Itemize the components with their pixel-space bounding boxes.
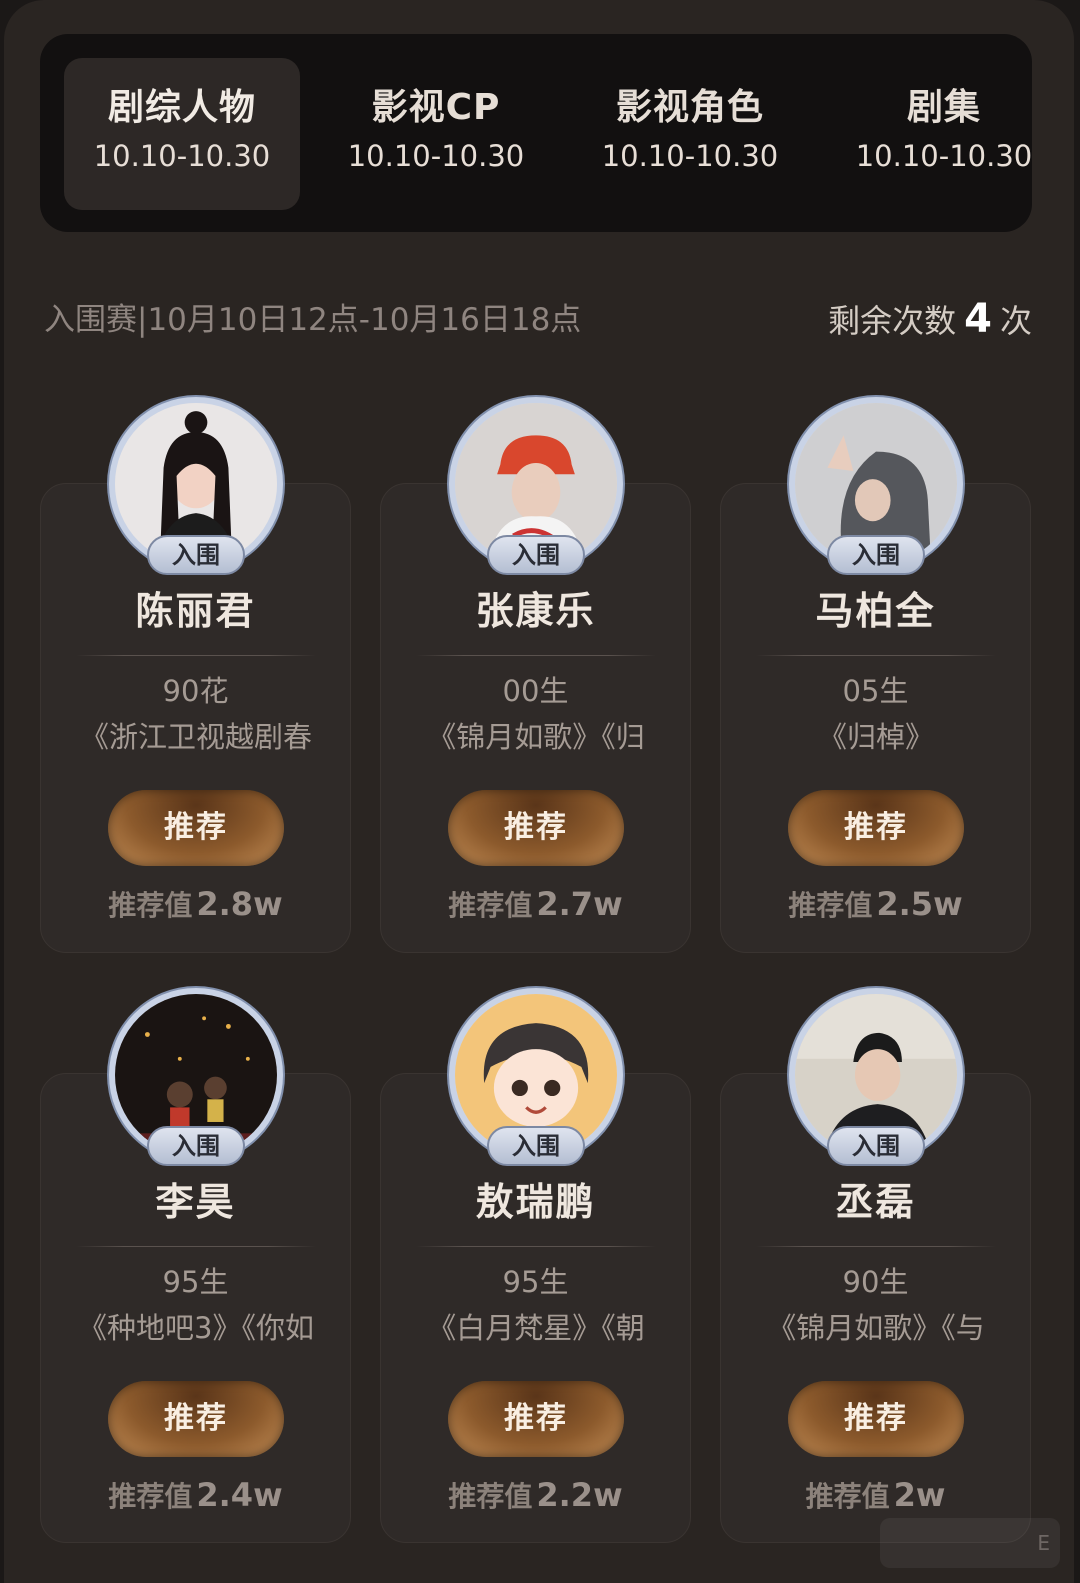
shortlisted-badge: 入围 [487,1126,585,1166]
recommend-button[interactable]: 推荐 [108,1381,284,1457]
candidate-tag: 95生 [502,1265,569,1299]
tab-title: 剧综人物 [107,87,256,128]
candidate-tag: 05生 [842,674,909,708]
divider [756,655,996,656]
remaining-votes: 剩余次数 4 次 [828,296,1032,344]
candidate-name: 李昊 [155,1180,236,1224]
tab-title: 影视CP [371,87,501,128]
tab-date: 10.10-10.30 [855,139,1033,173]
watermark: E [880,1518,1060,1568]
shortlisted-badge: 入围 [827,1126,925,1166]
remaining-label: 剩余次数 [828,302,957,340]
candidate-works: 《白月梵星》《朝 [427,1311,645,1345]
candidate-works: 《锦月如歌》《归 [427,720,645,754]
shortlisted-badge: 入围 [147,1126,245,1166]
recommend-button[interactable]: 推荐 [448,1381,624,1457]
candidate-name: 陈丽君 [135,589,256,633]
candidate-tag: 90花 [162,674,229,708]
value-number: 2.8w [196,885,283,923]
recommend-value: 推荐值 2.8w [40,884,351,926]
tab-date: 10.10-10.30 [347,139,525,173]
tab-title: 影视角色 [615,87,764,128]
candidate-name: 丞磊 [835,1180,916,1224]
shortlisted-badge: 入围 [827,535,925,575]
tab-title: 剧集 [906,87,981,128]
candidate-tag: 95生 [162,1265,229,1299]
shortlisted-badge: 入围 [147,535,245,575]
value-number: 2.2w [536,1476,623,1514]
divider [756,1246,996,1247]
tab-drama-people[interactable]: 剧综人物 10.10-10.30 [64,58,300,210]
divider [76,655,316,656]
tab-film-role[interactable]: 影视角色 10.10-10.30 [572,58,808,210]
value-number: 2.4w [196,1476,283,1514]
divider [416,655,656,656]
tab-date: 10.10-10.30 [93,139,271,173]
value-number: 2w [893,1476,946,1514]
value-label: 推荐值 [805,1480,890,1513]
candidate-works: 《浙江卫视越剧春 [79,720,312,754]
shortlisted-badge: 入围 [487,535,585,575]
value-label: 推荐值 [448,1480,533,1513]
value-number: 2.7w [536,885,623,923]
candidate-tag: 90生 [842,1265,909,1299]
candidate-works: 《归棹》 [817,720,934,754]
remaining-count: 4 [964,296,992,342]
divider [416,1246,656,1247]
candidate-works: 《种地吧3》《你如 [78,1311,314,1345]
recommend-value: 推荐值 2.4w [40,1475,351,1517]
divider [76,1246,316,1247]
stage-info: 入围赛|10月10日12点-10月16日18点 [44,302,582,338]
value-label: 推荐值 [108,1480,193,1513]
tab-film-cp[interactable]: 影视CP 10.10-10.30 [318,58,554,210]
value-label: 推荐值 [788,889,873,922]
value-label: 推荐值 [108,889,193,922]
recommend-button[interactable]: 推荐 [788,1381,964,1457]
recommend-value: 推荐值 2.7w [380,884,691,926]
tab-date: 10.10-10.30 [601,139,779,173]
candidate-name: 敖瑞鹏 [475,1180,596,1224]
recommend-button[interactable]: 推荐 [788,790,964,866]
candidate-tag: 00生 [502,674,569,708]
recommend-value: 推荐值 2.2w [380,1475,691,1517]
candidate-name: 马柏全 [815,589,936,633]
recommend-button[interactable]: 推荐 [108,790,284,866]
recommend-button[interactable]: 推荐 [448,790,624,866]
category-tab-bar: 剧综人物 10.10-10.30 影视CP 10.10-10.30 影视角色 1… [40,34,1032,232]
value-label: 推荐值 [448,889,533,922]
remaining-unit: 次 [999,302,1032,340]
candidate-works: 《锦月如歌》《与 [767,1311,985,1345]
recommend-value: 推荐值 2w [720,1475,1031,1517]
value-number: 2.5w [876,885,963,923]
recommend-value: 推荐值 2.5w [720,884,1031,926]
candidate-name: 张康乐 [475,589,596,633]
tab-series[interactable]: 剧集 10.10-10.30 [826,58,1062,210]
